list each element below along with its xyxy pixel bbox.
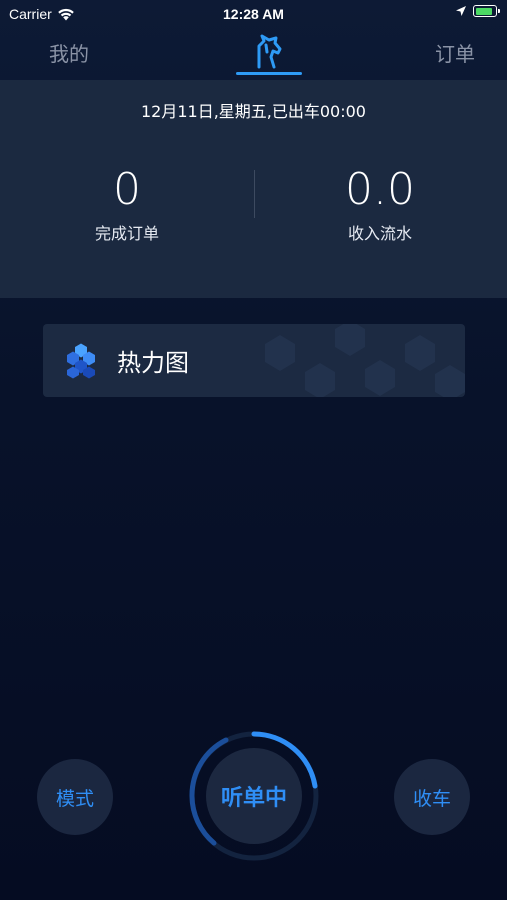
income-label: 收入流水 bbox=[347, 224, 412, 243]
status-time: 12:28 AM bbox=[223, 6, 284, 22]
work-date-line: 12月11日,星期五,已出车00:00 bbox=[140, 102, 366, 121]
battery-cap bbox=[498, 9, 500, 13]
hexagon-pattern-decoration bbox=[265, 324, 465, 397]
finish-shift-button[interactable]: 收车 bbox=[394, 759, 470, 835]
location-arrow-icon bbox=[456, 6, 466, 16]
status-right-group bbox=[455, 5, 500, 17]
completed-orders-label: 完成订单 bbox=[94, 224, 159, 243]
nav-tab-mine[interactable]: 我的 bbox=[49, 38, 89, 67]
battery-icon bbox=[473, 5, 500, 17]
status-bar: Carrier 12:28 AM bbox=[0, 0, 507, 28]
completed-orders-value: 0 bbox=[113, 164, 141, 215]
nav-active-indicator bbox=[236, 72, 302, 75]
mode-button[interactable]: 模式 bbox=[37, 759, 113, 835]
horse-head-logo-icon bbox=[257, 34, 282, 69]
top-nav: 我的 订单 bbox=[0, 28, 507, 80]
listening-button[interactable]: 听单中 bbox=[206, 748, 302, 844]
hexagon-cluster-icon bbox=[67, 343, 95, 378]
heatmap-card[interactable]: 热力图 bbox=[43, 324, 465, 397]
income-value: 0.0 bbox=[345, 164, 415, 215]
battery-fill bbox=[475, 7, 492, 15]
stats-divider bbox=[254, 170, 255, 218]
heatmap-label: 热力图 bbox=[117, 349, 189, 377]
stats-panel: 12月11日,星期五,已出车00:00 0 完成订单 0.0 收入流水 bbox=[0, 80, 507, 298]
nav-tab-orders[interactable]: 订单 bbox=[435, 38, 475, 67]
